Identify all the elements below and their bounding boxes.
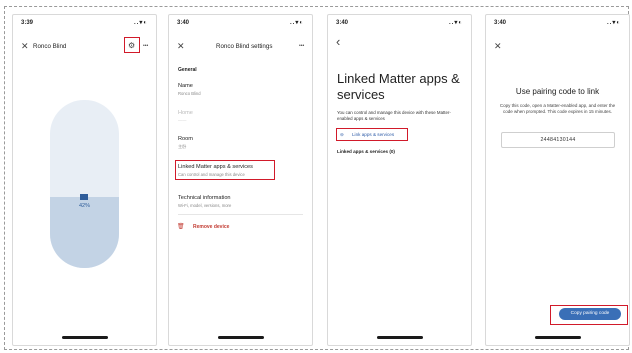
status-time: 3:39 [21, 20, 34, 26]
close-icon[interactable]: ✕ [177, 41, 185, 51]
home-indicator [534, 336, 581, 339]
close-icon[interactable]: ✕ [494, 41, 502, 51]
status-icons: ..▾◐ [607, 20, 621, 26]
status-bar: 3:40 ..▾◐ [328, 15, 471, 29]
blind-level-label: 42% [78, 203, 90, 209]
home-indicator [61, 336, 108, 339]
device-title: Ronco Blind [33, 43, 67, 50]
screen-device: 3:39 ..▾◐ ✕ Ronco Blind ⚙ ••• 42% [12, 14, 157, 346]
technical-info-title[interactable]: Technical information [178, 195, 231, 201]
screen-linked-apps: 3:40 ..▾◐ ‹ Linked Matter apps & service… [327, 14, 472, 346]
divider [178, 214, 303, 215]
status-time: 3:40 [336, 20, 349, 26]
home-indicator [376, 336, 423, 339]
blind-icon [80, 194, 88, 200]
status-bar: 3:40 ..▾◐ [486, 15, 629, 29]
status-time: 3:40 [177, 20, 190, 26]
home-indicator [217, 336, 264, 339]
pairing-heading: Use pairing code to link [515, 87, 600, 96]
more-icon[interactable]: ••• [299, 41, 304, 51]
trash-icon: 🗑 [177, 224, 185, 230]
remove-device-button[interactable]: Remove device [193, 224, 229, 230]
status-icons: ..▾◐ [290, 20, 304, 26]
room-value: 主卧 [178, 144, 187, 149]
linked-description: You can control and manage this device w… [337, 110, 451, 121]
back-icon[interactable]: ‹ [336, 35, 340, 48]
linked-heading: Linked Matter apps & services [337, 71, 460, 102]
technical-info-sub: Wi-Fi, model, versions, more [178, 203, 232, 208]
status-bar: 3:40 ..▾◐ [169, 15, 312, 29]
pairing-code-field[interactable]: 24484130144 [501, 132, 615, 148]
linked-apps-highlight [175, 160, 275, 180]
status-icons: ..▾◐ [449, 20, 463, 26]
name-value: Ronco Blind [178, 91, 201, 96]
copy-button-highlight [550, 305, 628, 325]
home-value: —— [178, 118, 187, 123]
screen-pairing-code: 3:40 ..▾◐ ✕ Use pairing code to link Cop… [485, 14, 630, 346]
close-icon[interactable]: ✕ [21, 41, 29, 51]
link-apps-highlight [336, 128, 408, 141]
gear-highlight [124, 37, 140, 53]
pairing-description: Copy this code, open a Matter-enabled ap… [499, 103, 616, 114]
status-bar: 3:39 ..▾◐ [13, 15, 156, 29]
status-time: 3:40 [494, 20, 507, 26]
linked-count-heading: Linked apps & services (0) [337, 149, 395, 154]
more-icon[interactable]: ••• [143, 41, 148, 51]
home-title[interactable]: Home [178, 110, 193, 116]
name-title[interactable]: Name [178, 83, 193, 89]
blind-level-control[interactable]: 42% [50, 100, 119, 268]
status-icons: ..▾◐ [134, 20, 148, 26]
section-general: General [178, 67, 197, 73]
settings-title: Ronco Blind settings [216, 43, 273, 50]
screen-settings: 3:40 ..▾◐ ✕ Ronco Blind settings ••• Gen… [168, 14, 313, 346]
room-title[interactable]: Room [178, 136, 193, 142]
